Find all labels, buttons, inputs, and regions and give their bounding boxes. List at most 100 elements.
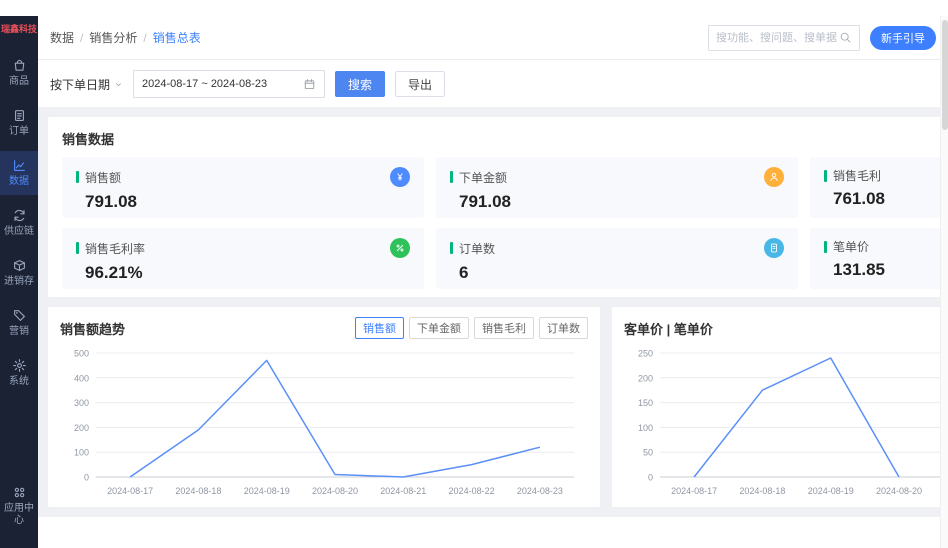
breadcrumb-separator: / <box>80 30 84 45</box>
svg-text:2024-08-17: 2024-08-17 <box>671 486 717 496</box>
accent-bar <box>824 240 827 253</box>
metric-tile-gross-profit: 销售毛利 761.08 <box>810 157 948 218</box>
sidebar-item-marketing[interactable]: 营销 <box>0 301 38 345</box>
order-icon <box>12 108 27 123</box>
metric-label: 订单数 <box>459 241 496 256</box>
export-button[interactable]: 导出 <box>395 71 446 97</box>
tab-order-count[interactable]: 订单数 <box>539 317 588 339</box>
sidebar-item-label: 应用中心 <box>4 503 34 526</box>
main-content: 销售数据 销售额 791.08 下单金额 791.08 销售毛利 761.08 … <box>38 107 948 517</box>
svg-text:2024-08-20: 2024-08-20 <box>876 486 922 496</box>
metric-label: 销售毛利率 <box>85 241 146 256</box>
svg-text:2024-08-18: 2024-08-18 <box>175 486 221 496</box>
app-logo: 瑞鑫科技 <box>1 24 38 34</box>
search-icon[interactable] <box>839 31 852 44</box>
metric-value: 761.08 <box>833 189 885 208</box>
sales-trend-line-chart: 0 100 200 300 400 500 2024-08-17 2024-08-18 2024… <box>74 349 574 496</box>
price-trend-card: 客单价 | 笔单价 0 50 100 150 200 250 2024-08-17 2024-… <box>612 307 948 507</box>
doc-icon <box>764 238 784 258</box>
price-trend-line-chart: 0 50 100 150 200 250 2024-08-17 2024-08-18 2024-… <box>638 349 948 496</box>
metric-value: 791.08 <box>85 192 137 211</box>
svg-text:2024-08-20: 2024-08-20 <box>312 486 358 496</box>
metric-value: 6 <box>459 263 469 282</box>
svg-text:2024-08-17: 2024-08-17 <box>107 486 153 496</box>
svg-text:100: 100 <box>638 423 653 433</box>
svg-text:2024-08-19: 2024-08-19 <box>244 486 290 496</box>
breadcrumb-current: 销售总表 <box>152 31 201 45</box>
yuan-icon <box>390 167 410 187</box>
calendar-icon <box>303 78 316 91</box>
app-center-icon <box>12 485 27 500</box>
tab-sales-amount[interactable]: 销售额 <box>355 317 404 339</box>
goods-icon <box>12 58 27 73</box>
header-actions: 新手引导 <box>708 24 936 51</box>
metric-value: 791.08 <box>459 192 511 211</box>
sidebar-item-label: 进销存 <box>4 276 34 288</box>
svg-text:200: 200 <box>638 373 653 383</box>
metric-tile-order-amount: 下单金额 791.08 <box>436 157 798 218</box>
sidebar-item-orders[interactable]: 订单 <box>0 101 38 145</box>
chart-icon <box>12 158 27 173</box>
sidebar: 瑞鑫科技 商品 订单 数据 供应链 进销存 营销 系统 应用中心 <box>0 16 38 548</box>
svg-text:2024-08-22: 2024-08-22 <box>449 486 495 496</box>
user-icon <box>764 167 784 187</box>
chart-title: 销售额趋势 <box>60 321 126 337</box>
date-type-label: 按下单日期 <box>50 77 111 92</box>
date-range-value: 2024-08-17 ~ 2024-08-23 <box>142 78 268 90</box>
sidebar-item-label: 商品 <box>9 76 29 88</box>
sidebar-item-system[interactable]: 系统 <box>0 351 38 395</box>
svg-text:2024-08-21: 2024-08-21 <box>380 486 426 496</box>
sidebar-item-inventory[interactable]: 进销存 <box>0 251 38 295</box>
svg-text:2024-08-23: 2024-08-23 <box>517 486 563 496</box>
metric-label: 销售毛利 <box>833 169 882 183</box>
supply-chain-icon <box>12 208 27 223</box>
global-search-box[interactable] <box>708 24 860 51</box>
sales-trend-card: 销售额趋势 销售额 下单金额 销售毛利 订单数 0 100 200 300 400 500… <box>48 307 600 507</box>
section-title: 销售数据 <box>62 132 115 147</box>
tab-order-amount[interactable]: 下单金额 <box>409 317 469 339</box>
svg-text:400: 400 <box>74 373 89 383</box>
svg-text:2024-08-18: 2024-08-18 <box>739 486 785 496</box>
breadcrumb: 数据 / 销售分析 / 销售总表 <box>50 29 201 46</box>
accent-bar <box>824 169 827 182</box>
breadcrumb-item[interactable]: 销售分析 <box>89 29 137 46</box>
sidebar-item-label: 系统 <box>9 376 29 388</box>
svg-text:150: 150 <box>638 398 653 408</box>
chevron-down-icon <box>114 80 123 89</box>
beginner-guide-button[interactable]: 新手引导 <box>870 25 936 50</box>
inventory-box-icon <box>12 258 27 273</box>
gear-icon <box>12 358 27 373</box>
sidebar-item-label: 订单 <box>9 126 29 138</box>
svg-text:300: 300 <box>74 398 89 408</box>
tab-gross-profit[interactable]: 销售毛利 <box>474 317 534 339</box>
metric-label: 笔单价 <box>833 240 870 254</box>
accent-bar <box>76 171 79 183</box>
scrollbar[interactable] <box>940 16 948 548</box>
metric-label: 销售额 <box>85 170 122 185</box>
metric-tile-gross-margin: 销售毛利率 96.21% <box>62 228 424 289</box>
metric-value: 96.21% <box>85 263 143 282</box>
accent-bar <box>76 242 79 254</box>
search-input[interactable] <box>716 31 839 44</box>
sidebar-item-label: 供应链 <box>4 226 34 238</box>
sidebar-item-app-center[interactable]: 应用中心 <box>0 478 38 534</box>
metric-tiles: 销售额 791.08 下单金额 791.08 销售毛利 761.08 销售毛利率… <box>62 157 948 289</box>
search-button[interactable]: 搜索 <box>335 71 386 97</box>
scrollbar-thumb[interactable] <box>942 20 948 130</box>
svg-text:250: 250 <box>638 349 653 359</box>
date-type-dropdown[interactable]: 按下单日期 <box>50 76 123 93</box>
svg-text:100: 100 <box>74 448 89 458</box>
rate-icon <box>390 238 410 258</box>
sidebar-item-supply-chain[interactable]: 供应链 <box>0 201 38 245</box>
sidebar-item-data[interactable]: 数据 <box>0 151 38 196</box>
trend-metric-tabs: 销售额 下单金额 销售毛利 订单数 <box>355 317 588 339</box>
svg-text:0: 0 <box>84 473 89 483</box>
accent-bar <box>450 242 453 254</box>
metric-tile-sales-amount: 销售额 791.08 <box>62 157 424 218</box>
date-range-picker[interactable]: 2024-08-17 ~ 2024-08-23 <box>133 70 326 98</box>
sidebar-item-goods[interactable]: 商品 <box>0 51 38 95</box>
breadcrumb-item[interactable]: 数据 <box>50 29 74 46</box>
top-header: 数据 / 销售分析 / 销售总表 新手引导 <box>38 16 948 60</box>
svg-text:500: 500 <box>74 349 89 359</box>
metric-tile-order-count: 订单数 6 <box>436 228 798 289</box>
